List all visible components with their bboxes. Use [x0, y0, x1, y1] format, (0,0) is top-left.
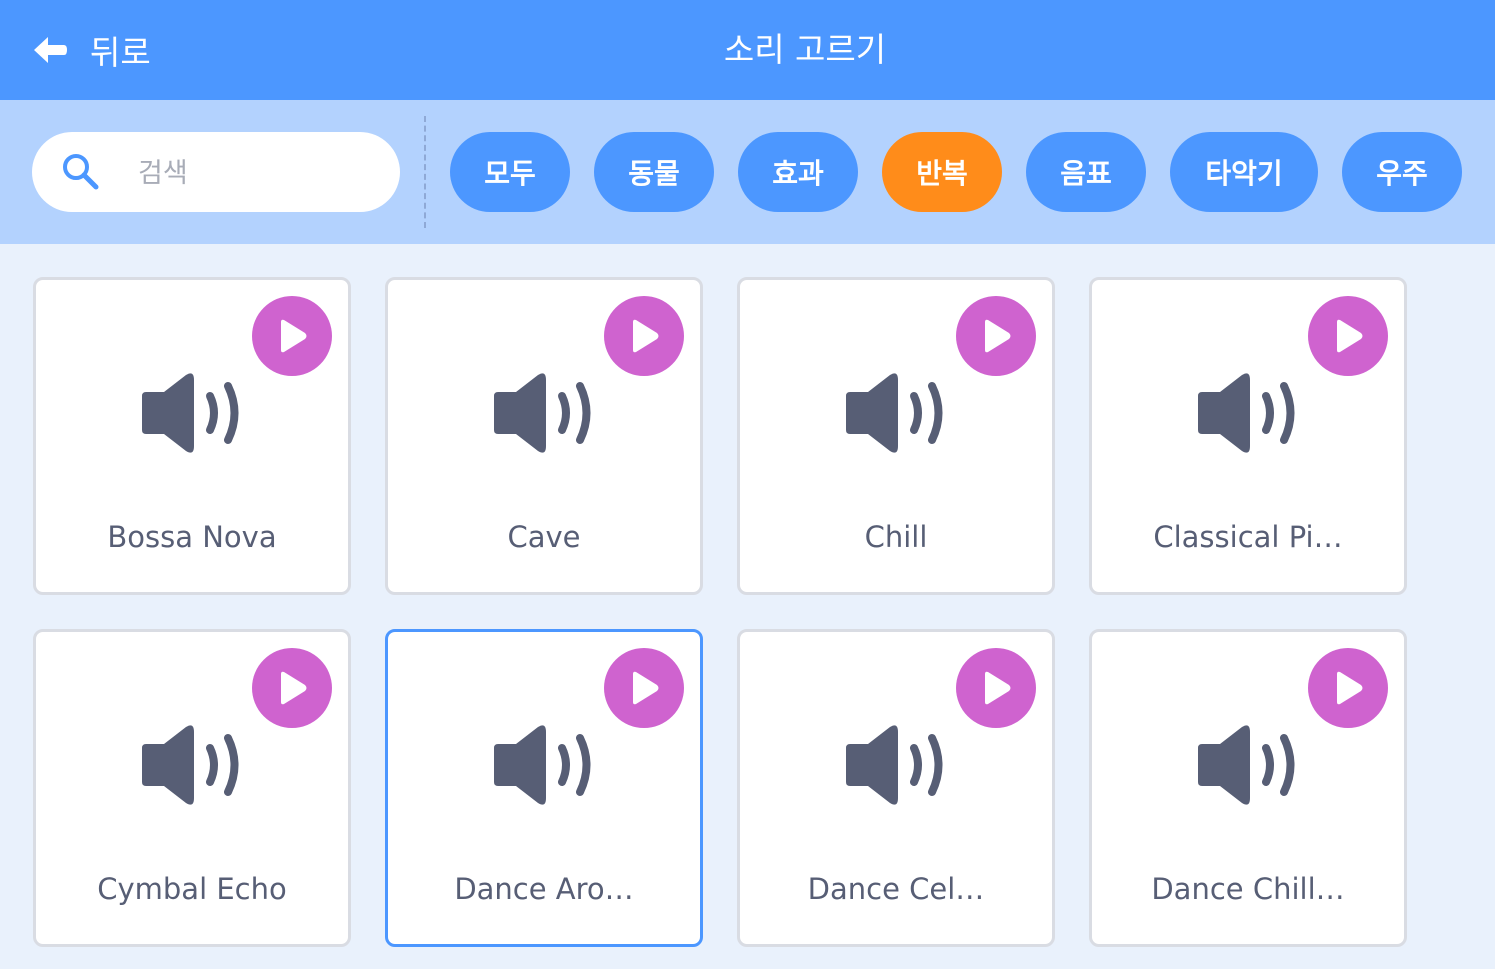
sound-name: Dance Aro… [454, 872, 634, 906]
play-icon [633, 671, 659, 705]
sound-name: Classical Pi… [1153, 520, 1343, 554]
play-button[interactable] [1308, 296, 1388, 376]
play-button[interactable] [956, 648, 1036, 728]
speaker-icon [846, 725, 943, 805]
tag-label: 우주 [1376, 157, 1428, 190]
sound-name: Cymbal Echo [97, 872, 287, 906]
play-icon [985, 319, 1011, 353]
search-box[interactable] [32, 132, 400, 212]
speaker-icon [142, 725, 239, 805]
tag-notes[interactable]: 음표 [1026, 132, 1146, 212]
play-icon [985, 671, 1011, 705]
search-icon [63, 154, 99, 190]
filter-bar: 모두 동물 효과 반복 음표 타악기 우주 [0, 100, 1495, 244]
speaker-icon [494, 373, 591, 453]
play-button[interactable] [956, 296, 1036, 376]
play-icon [1337, 671, 1363, 705]
tag-label: 동물 [628, 157, 680, 190]
sound-card[interactable]: Dance Chill… [1089, 629, 1407, 947]
speaker-icon [142, 373, 239, 453]
sound-card[interactable]: Cave [385, 277, 703, 595]
speaker-icon [846, 373, 943, 453]
sound-name: Chill [864, 520, 928, 554]
header: 뒤로 소리 고르기 [0, 0, 1495, 100]
speaker-icon [1198, 725, 1295, 805]
speaker-icon [494, 725, 591, 805]
page-title: 소리 고르기 [723, 30, 887, 69]
play-icon [281, 319, 307, 353]
sound-name: Dance Cel… [807, 872, 985, 906]
tag-label: 반복 [916, 157, 968, 190]
sound-card[interactable]: Dance Cel… [737, 629, 1055, 947]
sound-grid: Bossa Nova Cave Chill Classical Pi… Cymb… [0, 244, 1495, 969]
divider [424, 116, 426, 228]
play-button[interactable] [604, 296, 684, 376]
tag-label: 타악기 [1205, 157, 1283, 190]
tag-label: 효과 [772, 157, 824, 190]
search-input[interactable] [136, 150, 380, 196]
play-button[interactable] [604, 648, 684, 728]
sound-name: Dance Chill… [1151, 872, 1345, 906]
tag-animals[interactable]: 동물 [594, 132, 714, 212]
tag-percussion[interactable]: 타악기 [1170, 132, 1318, 212]
tag-label: 음표 [1060, 157, 1112, 190]
play-button[interactable] [252, 296, 332, 376]
tag-effects[interactable]: 효과 [738, 132, 858, 212]
speaker-icon [1198, 373, 1295, 453]
sound-card[interactable]: Bossa Nova [33, 277, 351, 595]
play-button[interactable] [1308, 648, 1388, 728]
tag-all[interactable]: 모두 [450, 132, 570, 212]
tag-label: 모두 [484, 157, 536, 190]
sound-name: Cave [507, 520, 581, 554]
play-icon [281, 671, 307, 705]
sound-card[interactable]: Cymbal Echo [33, 629, 351, 947]
play-icon [1337, 319, 1363, 353]
tag-loops[interactable]: 반복 [882, 132, 1002, 212]
sound-card[interactable]: Chill [737, 277, 1055, 595]
sound-card[interactable]: Dance Aro… [385, 629, 703, 947]
play-button[interactable] [252, 648, 332, 728]
sound-card[interactable]: Classical Pi… [1089, 277, 1407, 595]
sound-name: Bossa Nova [107, 520, 277, 554]
play-icon [633, 319, 659, 353]
tag-space[interactable]: 우주 [1342, 132, 1462, 212]
